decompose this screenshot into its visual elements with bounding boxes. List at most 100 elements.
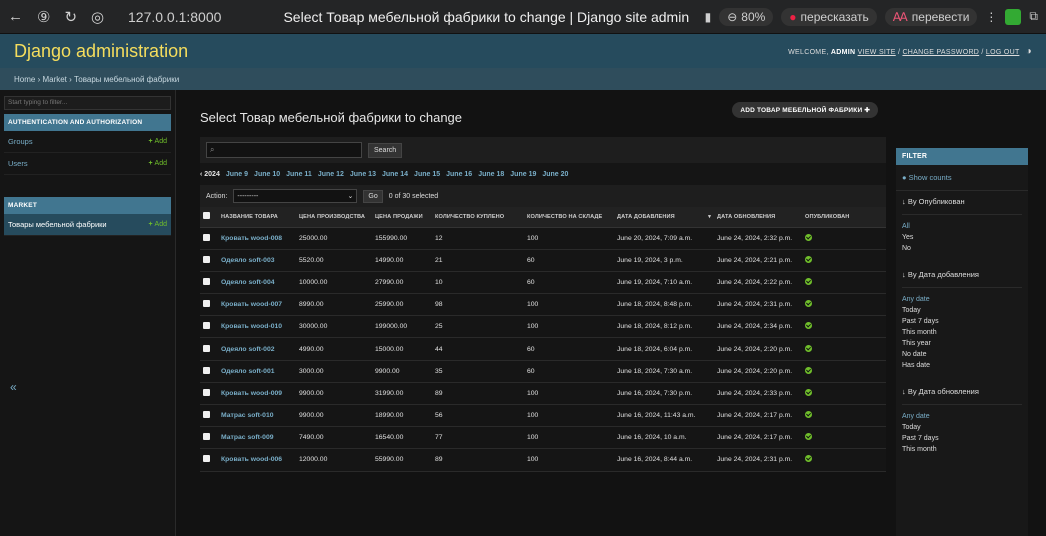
product-name-link[interactable]: Одеяло soft-001	[218, 360, 296, 383]
add-user-link[interactable]: + Add	[148, 160, 167, 167]
date-link[interactable]: June 10	[254, 171, 280, 178]
extensions-icon[interactable]: ⧉	[1029, 9, 1038, 24]
product-name-link[interactable]: Кровать wood-008	[218, 227, 296, 250]
column-header[interactable]: КОЛИЧЕСТВО НА СКЛАДЕ	[524, 207, 614, 228]
row-checkbox[interactable]	[203, 366, 210, 374]
filter-option[interactable]: Past 7 days	[902, 433, 1022, 444]
table-cell: June 16, 2024, 7:30 p.m.	[614, 382, 714, 406]
sidebar-item-label[interactable]: Users	[8, 159, 28, 168]
row-checkbox[interactable]	[203, 433, 210, 441]
filter-option[interactable]: No date	[902, 349, 1022, 360]
sidebar-item-users[interactable]: Users + Add	[4, 153, 171, 175]
row-checkbox[interactable]	[203, 300, 210, 308]
back-icon[interactable]: ←	[8, 8, 23, 25]
row-checkbox[interactable]	[203, 233, 210, 241]
retell-button[interactable]: ● пересказать	[781, 7, 877, 26]
row-checkbox[interactable]	[203, 411, 210, 419]
table-cell: 100	[524, 448, 614, 472]
column-header[interactable]: ДАТА ОБНОВЛЕНИЯ	[714, 207, 802, 228]
row-checkbox[interactable]	[203, 322, 210, 330]
filter-option[interactable]: Any date	[902, 411, 1022, 422]
date-link[interactable]: June 11	[286, 171, 312, 178]
product-name-link[interactable]: Матрас soft-009	[218, 426, 296, 450]
site-info-icon[interactable]: ◎	[91, 8, 104, 26]
date-link[interactable]: June 15	[414, 171, 440, 178]
zoom-indicator[interactable]: ⊖ 80%	[719, 7, 774, 26]
show-counts-link[interactable]: ● Show counts	[896, 165, 1028, 191]
row-checkbox[interactable]	[203, 277, 210, 285]
search-input[interactable]: ⌕	[206, 142, 362, 158]
row-checkbox[interactable]	[203, 388, 210, 396]
filter-option[interactable]: Any date	[902, 294, 1022, 305]
sidebar-item-products[interactable]: Товары мебельной фабрики + Add	[4, 214, 171, 236]
column-header[interactable]: НАЗВАНИЕ ТОВАРА	[218, 207, 296, 228]
logout-link[interactable]: LOG OUT	[986, 49, 1019, 56]
translate-button[interactable]: Ꜳперевести	[884, 7, 978, 26]
date-link[interactable]: June 9	[226, 171, 248, 178]
yandex-icon[interactable]: ⑨	[37, 8, 50, 26]
row-checkbox[interactable]	[203, 455, 210, 463]
menu-icon[interactable]: ⋮	[985, 10, 997, 24]
date-link[interactable]: June 13	[350, 171, 376, 178]
bookmark-icon[interactable]: ▮	[705, 10, 712, 24]
check-icon	[805, 411, 812, 419]
sidebar-filter-input[interactable]: Start typing to filter...	[4, 96, 171, 110]
theme-toggle-icon[interactable]: ◑	[1026, 46, 1032, 57]
select-all-checkbox[interactable]	[203, 212, 210, 220]
filter-option[interactable]: Yes	[902, 232, 1022, 243]
product-name-link[interactable]: Одеяло soft-002	[218, 337, 296, 361]
sidebar-item-label[interactable]: Товары мебельной фабрики	[8, 220, 107, 229]
site-brand[interactable]: Django administration	[14, 41, 188, 62]
filter-option[interactable]: All	[902, 221, 1022, 232]
sidebar-item-label[interactable]: Groups	[8, 137, 33, 146]
module-caption[interactable]: MARKET	[4, 197, 171, 214]
date-link[interactable]: June 14	[382, 171, 408, 178]
reload-icon[interactable]: ↻	[64, 8, 77, 26]
date-back-link[interactable]: ‹ 2024	[200, 171, 220, 178]
date-link[interactable]: June 16	[446, 171, 472, 178]
action-select[interactable]: --------- ⌄	[233, 189, 358, 203]
filter-option[interactable]: No	[902, 243, 1022, 254]
module-caption[interactable]: AUTHENTICATION AND AUTHORIZATION	[4, 114, 171, 131]
address-bar[interactable]: 127.0.0.1:8000	[128, 9, 268, 25]
filter-option[interactable]: Today	[902, 305, 1022, 316]
filter-option[interactable]: This year	[902, 338, 1022, 349]
sidebar-item-groups[interactable]: Groups + Add	[4, 131, 171, 153]
column-header[interactable]: ДАТА ДОБАВЛЕНИЯ ▾	[614, 207, 714, 228]
table-cell: June 19, 2024, 7:10 a.m.	[614, 271, 714, 295]
check-icon	[805, 366, 812, 374]
product-name-link[interactable]: Кровать wood-006	[218, 448, 296, 472]
product-name-link[interactable]: Одеяло soft-004	[218, 271, 296, 295]
add-product-link[interactable]: + Add	[148, 221, 167, 228]
add-object-button[interactable]: ADD ТОВАР МЕБЕЛЬНОЙ ФАБРИКИ ✚	[732, 102, 878, 118]
date-link[interactable]: June 18	[478, 171, 504, 178]
breadcrumb[interactable]: Home › Market › Товары мебельной фабрики	[0, 68, 1046, 90]
go-button[interactable]: Go	[363, 189, 383, 203]
row-checkbox[interactable]	[203, 255, 210, 263]
change-password-link[interactable]: CHANGE PASSWORD	[902, 49, 979, 56]
product-name-link[interactable]: Матрас soft-010	[218, 404, 296, 428]
filter-option[interactable]: Past 7 days	[902, 316, 1022, 327]
shield-icon[interactable]	[1005, 8, 1022, 25]
column-header[interactable]: ЦЕНА ПРОИЗВОДСТВА	[296, 207, 372, 228]
product-name-link[interactable]: Кровать wood-009	[218, 382, 296, 406]
date-link[interactable]: June 19	[510, 171, 536, 178]
product-name-link[interactable]: Одеяло soft-003	[218, 249, 296, 272]
filter-option[interactable]: This month	[902, 327, 1022, 338]
filter-option[interactable]: Has date	[902, 360, 1022, 371]
table-cell: 12	[432, 227, 524, 250]
product-name-link[interactable]: Кровать wood-007	[218, 293, 296, 317]
search-button[interactable]: Search	[368, 142, 403, 158]
column-header[interactable]: ОПУБЛИКОВАН	[802, 207, 886, 228]
date-link[interactable]: June 20	[542, 171, 568, 178]
column-header[interactable]: ЦЕНА ПРОДАЖИ	[372, 207, 432, 228]
product-name-link[interactable]: Кровать wood-010	[218, 315, 296, 339]
row-checkbox[interactable]	[203, 344, 210, 352]
column-header[interactable]: КОЛИЧЕСТВО КУПЛЕНО	[432, 207, 524, 228]
date-link[interactable]: June 12	[318, 171, 344, 178]
add-group-link[interactable]: + Add	[148, 138, 167, 145]
filter-option[interactable]: Today	[902, 422, 1022, 433]
view-site-link[interactable]: VIEW SITE	[858, 49, 896, 56]
sidebar-toggle-button[interactable]: «	[10, 380, 17, 394]
filter-option[interactable]: This month	[902, 444, 1022, 455]
